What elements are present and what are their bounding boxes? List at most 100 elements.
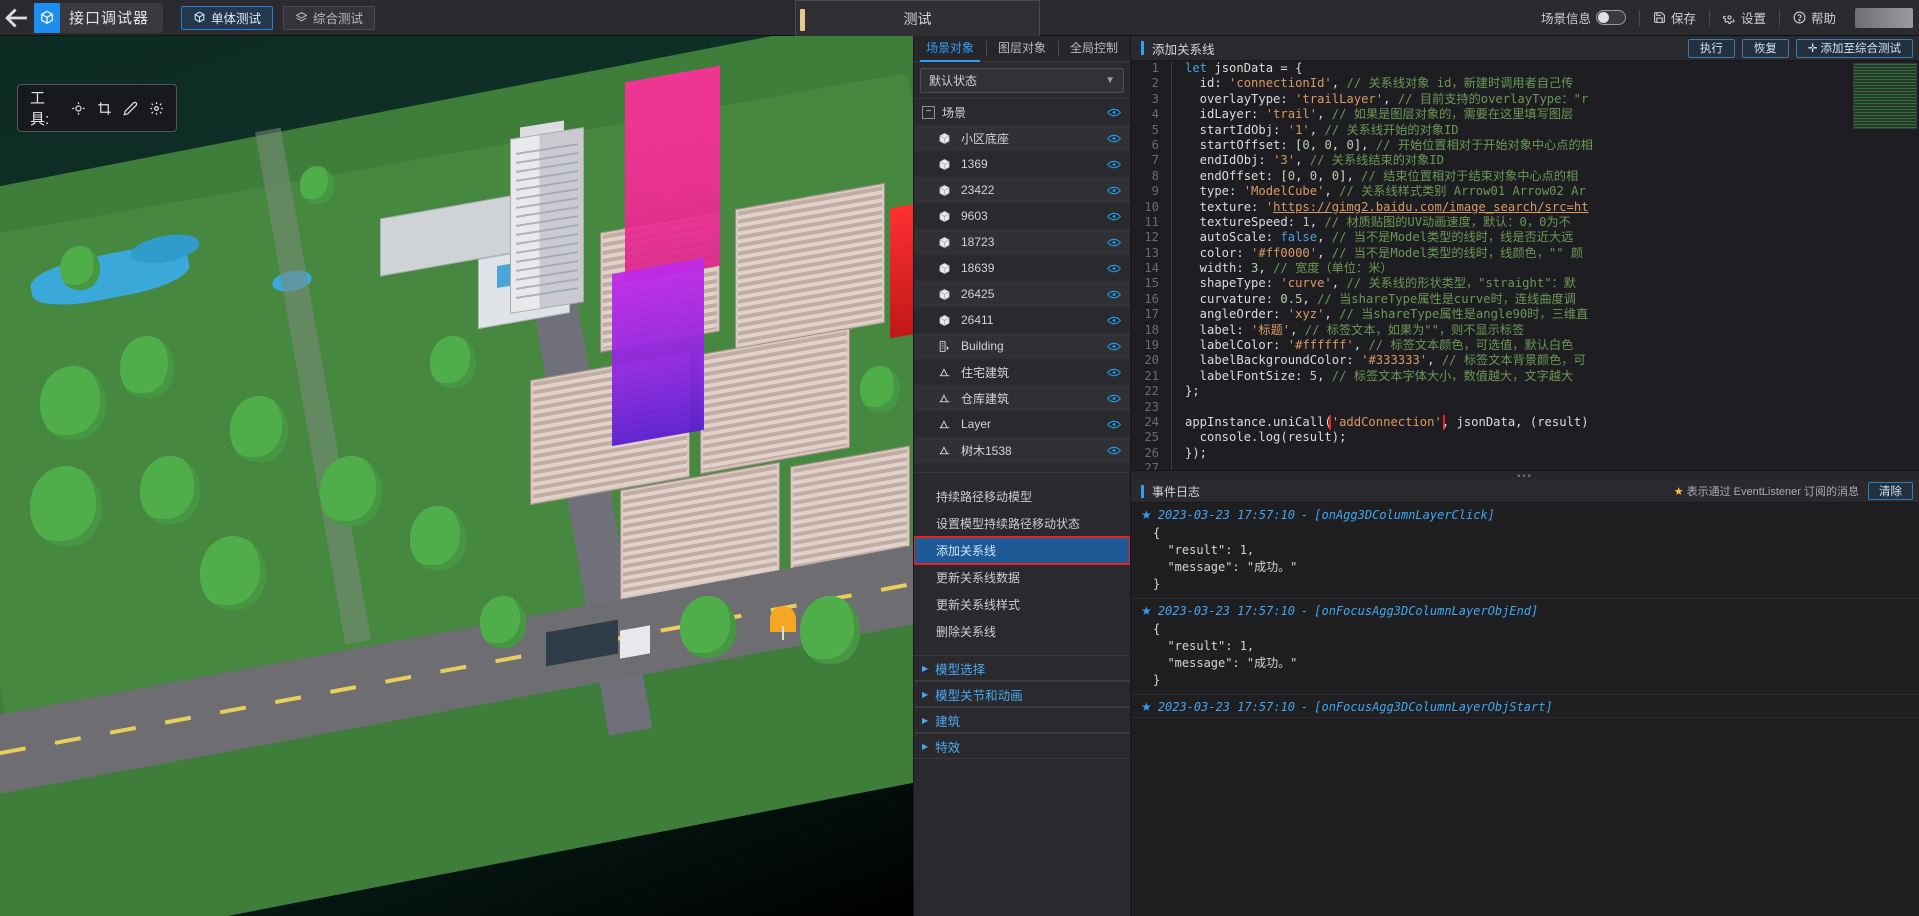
code-token: 'ModelCube'	[1243, 184, 1325, 199]
line-number: 16	[1144, 291, 1159, 306]
panel-resize-handle[interactable]: •••	[1131, 470, 1919, 481]
api-method-list[interactable]: 持续路径移动模型 设置模型持续路径移动状态 添加关系线 更新关系线数据 更新关系线样式删…	[914, 473, 1130, 916]
tree-row[interactable]: 仓库建筑	[914, 385, 1130, 411]
code-token: 5	[1309, 368, 1318, 383]
visibility-eye-icon[interactable]	[1106, 442, 1122, 458]
api-item[interactable]: 删除关系线	[914, 618, 1130, 645]
help-button[interactable]: 帮助	[1780, 7, 1849, 29]
code-token: 'curve'	[1280, 276, 1332, 291]
code-token: id:	[1185, 76, 1230, 91]
visibility-eye-icon[interactable]	[1106, 208, 1122, 224]
scene-relation-beam-purple	[612, 257, 704, 447]
event-log-body[interactable]: ★ 2023-03-23 17:57:10- [onAgg3DColumnLayer…	[1131, 503, 1919, 916]
scene-info-toggle[interactable]	[1595, 10, 1626, 25]
tree-row[interactable]: 23422	[914, 177, 1130, 203]
code-token: ,	[1309, 137, 1325, 152]
visibility-eye-icon[interactable]	[1106, 416, 1122, 432]
tree-row[interactable]: 住宅建筑	[914, 359, 1130, 385]
target-icon[interactable]	[71, 100, 86, 117]
avatar[interactable]	[1855, 7, 1913, 28]
tab-layer-objects[interactable]: 图层对象	[986, 36, 1058, 62]
api-item-selected[interactable]: 添加关系线	[914, 536, 1130, 565]
visibility-eye-icon[interactable]	[1106, 364, 1122, 380]
visibility-eye-icon[interactable]	[1106, 130, 1122, 146]
code-token: angleOrder:	[1185, 307, 1288, 322]
visibility-eye-icon[interactable]	[1106, 312, 1122, 328]
tab-comprehensive-test[interactable]: 综合测试	[283, 5, 376, 30]
visibility-eye-icon[interactable]	[1106, 260, 1122, 276]
log-entry[interactable]: ★ 2023-03-23 17:57:10- [onFocusAgg3DColumn…	[1131, 695, 1919, 718]
log-entry-body: { "result": 1, "message": "成功。" }	[1153, 622, 1298, 687]
api-item[interactable]: 持续路径移动模型	[914, 483, 1130, 510]
tree-row[interactable]: 小区底座	[914, 125, 1130, 151]
pen-icon[interactable]	[123, 100, 138, 117]
log-entry[interactable]: ★ 2023-03-23 17:57:10- [onAgg3DColumnLayer…	[1131, 503, 1919, 599]
save-button[interactable]: 保存	[1640, 7, 1709, 29]
code-token: 'connectionId'	[1229, 76, 1332, 91]
code-text: });	[1171, 445, 1919, 462]
tree-row[interactable]: 9603	[914, 203, 1130, 229]
log-event-name: [onFocusAgg3DColumnLayerObjEnd]	[1314, 604, 1539, 618]
api-group[interactable]: ▶ 特效	[914, 733, 1130, 759]
visibility-eye-icon[interactable]	[1106, 182, 1122, 198]
tree-row[interactable]: 26411	[914, 307, 1130, 333]
code-line: 6 startOffset: [0, 0, 0], // 开始位置相对于开始对象…	[1131, 137, 1919, 154]
code-text: startIdObj: '1', // 关系线开始的对象ID	[1171, 122, 1919, 138]
visibility-eye-icon[interactable]	[1106, 234, 1122, 250]
code-token: // 关系线的形状类型，"straight"：默	[1346, 276, 1576, 291]
scene-viewport[interactable]: 工具:	[0, 36, 913, 916]
tree-row[interactable]: 树木1538	[914, 437, 1130, 463]
tree-row[interactable]: Building	[914, 333, 1130, 359]
visibility-eye-icon[interactable]	[1106, 104, 1122, 120]
crop-icon[interactable]	[97, 100, 112, 117]
visibility-eye-icon[interactable]	[1106, 338, 1122, 354]
log-entry[interactable]: ★ 2023-03-23 17:57:10- [onFocusAgg3DColumn…	[1131, 599, 1919, 695]
code-text: color: '#ff0000', // 当不是Model类型的线时，线颜色，"…	[1171, 245, 1919, 262]
tree-row[interactable]: − 场景	[914, 99, 1130, 125]
visibility-eye-icon[interactable]	[1106, 286, 1122, 302]
log-timestamp: 2023-03-23 17:57:10	[1157, 604, 1296, 618]
tab-single-test[interactable]: 单体测试	[181, 5, 274, 30]
back-arrow-icon[interactable]	[0, 0, 34, 36]
tab-scene-objects[interactable]: 场景对象	[914, 36, 986, 62]
run-button[interactable]: 执行	[1687, 38, 1735, 58]
api-group-label: 建筑	[935, 714, 961, 729]
code-line: 22};	[1131, 384, 1919, 400]
code-line: 23	[1131, 399, 1919, 415]
visibility-eye-icon[interactable]	[1106, 390, 1122, 406]
settings-icon[interactable]	[149, 100, 164, 117]
help-label: 帮助	[1810, 12, 1836, 26]
tree-row[interactable]: 26425	[914, 281, 1130, 307]
layers-icon	[295, 12, 308, 22]
code-token: labelBackgroundColor:	[1185, 353, 1362, 368]
visibility-eye-icon[interactable]	[1106, 156, 1122, 172]
tree-row[interactable]: 18723	[914, 229, 1130, 255]
restore-button[interactable]: 恢复	[1741, 38, 1789, 58]
code-line: 10 texture: 'https://gimg2.baidu.com/ima…	[1131, 199, 1919, 215]
tab-global-control[interactable]: 全局控制	[1058, 36, 1130, 62]
tree-row[interactable]: 1369	[914, 151, 1130, 177]
object-tree[interactable]: − 场景 小区底座 1369 23422 9603 18723 18639 26425 26411…	[914, 98, 1130, 473]
expand-collapse-icon[interactable]: −	[922, 105, 935, 119]
scene-info-toggle-group[interactable]: 场景信息	[1528, 7, 1639, 29]
gear-icon	[1722, 15, 1735, 24]
state-select[interactable]: 默认状态 ▼	[920, 68, 1124, 93]
editor-minimap[interactable]	[1853, 63, 1917, 129]
code-token: // 关系线样式类别 Arrow01 Arrow02 Ar	[1339, 184, 1586, 199]
api-group[interactable]: ▶ 模型选择	[914, 655, 1130, 681]
clear-log-button[interactable]: 清除	[1868, 482, 1913, 500]
cube-icon	[194, 11, 205, 23]
settings-button[interactable]: 设置	[1710, 7, 1779, 29]
center-test-tab[interactable]: 测试	[795, 0, 1040, 36]
code-editor[interactable]: 1 let jsonData = {2 id: 'connectionId', /…	[1131, 61, 1919, 470]
line-number: 1	[1151, 61, 1159, 75]
api-group[interactable]: ▶ 模型关节和动画	[914, 681, 1130, 707]
api-item[interactable]: 设置模型持续路径移动状态	[914, 510, 1130, 537]
tree-row[interactable]: Layer	[914, 411, 1130, 437]
tree-row[interactable]: 18639	[914, 255, 1130, 281]
api-item[interactable]: 更新关系线数据	[914, 564, 1130, 591]
add-to-comprehensive-test-button[interactable]: ✛ 添加至综合测试	[1795, 38, 1913, 58]
api-item[interactable]: 更新关系线样式	[914, 591, 1130, 618]
code-token: texture:	[1185, 199, 1266, 214]
api-group[interactable]: ▶ 建筑	[914, 707, 1130, 733]
